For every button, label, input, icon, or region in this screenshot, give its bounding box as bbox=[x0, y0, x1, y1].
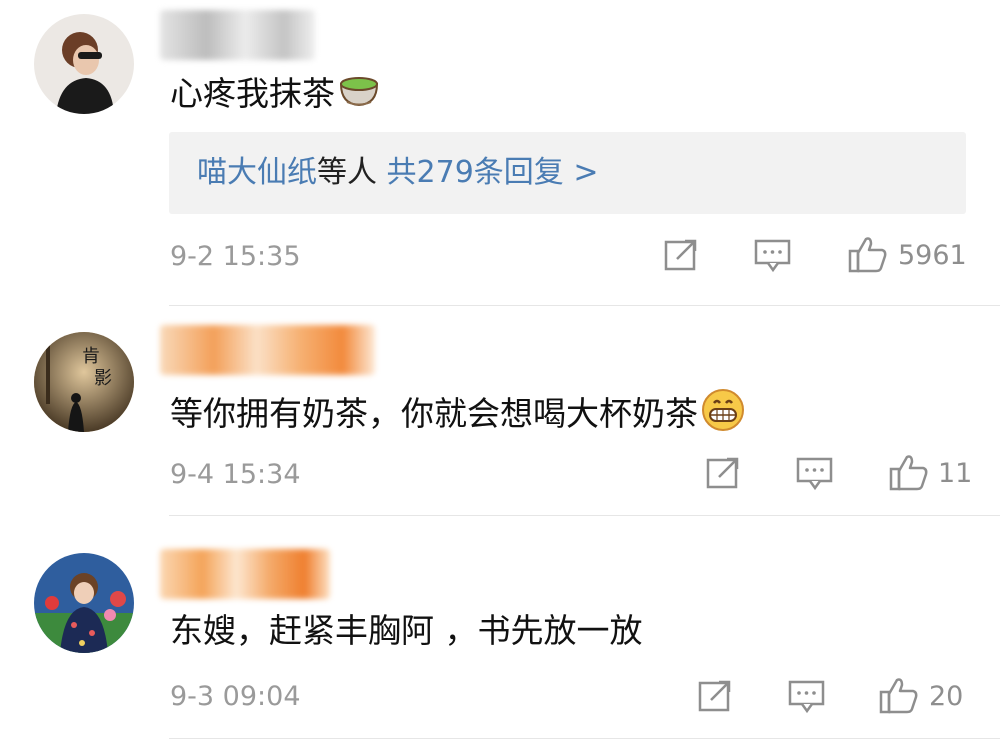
green-tea-icon bbox=[337, 72, 381, 119]
avatar[interactable] bbox=[34, 553, 134, 653]
svg-text:肯: 肯 bbox=[82, 346, 100, 367]
username-blurred[interactable] bbox=[160, 325, 375, 375]
comment-time: 9-4 15:34 bbox=[170, 459, 301, 490]
username-blurred[interactable] bbox=[160, 549, 330, 599]
comment-item: 东嫂，赶紧丰胸阿 ，书先放一放 9-3 09:04 20 bbox=[0, 515, 1000, 740]
reply-button[interactable] bbox=[788, 678, 826, 718]
reply-button[interactable] bbox=[796, 455, 834, 495]
like-count: 11 bbox=[938, 458, 973, 489]
comment-text-content: 等你拥有奶茶，你就会想喝大杯奶茶 bbox=[170, 394, 698, 433]
comment-text: 东嫂，赶紧丰胸阿 ，书先放一放 bbox=[170, 611, 643, 650]
avatar[interactable]: 肯 影 bbox=[34, 332, 134, 432]
comment-icon bbox=[796, 457, 833, 491]
like-button[interactable] bbox=[879, 676, 919, 718]
reply-count-link[interactable]: 共279条回复 > bbox=[387, 155, 599, 190]
repost-button[interactable] bbox=[663, 237, 699, 277]
reply-summary[interactable]: 喵大仙纸等人 共279条回复 > bbox=[169, 132, 966, 214]
comment-text: 心疼我抹茶 bbox=[170, 72, 381, 119]
share-icon bbox=[664, 239, 697, 271]
reply-others-label: 等人 bbox=[317, 155, 377, 190]
like-button[interactable] bbox=[889, 453, 929, 495]
comment-time: 9-3 09:04 bbox=[170, 681, 301, 712]
divider bbox=[169, 738, 1000, 739]
thumbs-up-icon bbox=[879, 678, 918, 714]
like-button[interactable] bbox=[848, 235, 888, 277]
svg-text:影: 影 bbox=[94, 368, 112, 389]
grinning-face-icon bbox=[700, 387, 746, 444]
comment-icon bbox=[788, 680, 825, 714]
share-icon bbox=[698, 680, 731, 712]
reply-users-link[interactable]: 喵大仙纸 bbox=[197, 155, 317, 190]
username-blurred[interactable] bbox=[160, 10, 315, 60]
thumbs-up-icon bbox=[889, 455, 928, 491]
thumbs-up-icon bbox=[848, 237, 887, 273]
comment-icon bbox=[754, 239, 791, 273]
comment-item: 肯 影 等你拥有奶茶，你就会想喝大杯奶茶 9-4 15:34 11 bbox=[0, 305, 1000, 515]
share-icon bbox=[706, 457, 739, 489]
comment-text: 等你拥有奶茶，你就会想喝大杯奶茶 bbox=[170, 387, 746, 444]
like-count: 5961 bbox=[898, 240, 967, 271]
repost-button[interactable] bbox=[697, 678, 733, 718]
comment-text-content: 心疼我抹茶 bbox=[170, 74, 335, 113]
repost-button[interactable] bbox=[705, 455, 741, 495]
like-count: 20 bbox=[929, 681, 964, 712]
comment-item: 心疼我抹茶 喵大仙纸等人 共279条回复 > 9-2 15:35 5961 bbox=[0, 0, 1000, 305]
comment-time: 9-2 15:35 bbox=[170, 241, 301, 272]
avatar[interactable] bbox=[34, 14, 134, 114]
reply-button[interactable] bbox=[754, 237, 792, 277]
